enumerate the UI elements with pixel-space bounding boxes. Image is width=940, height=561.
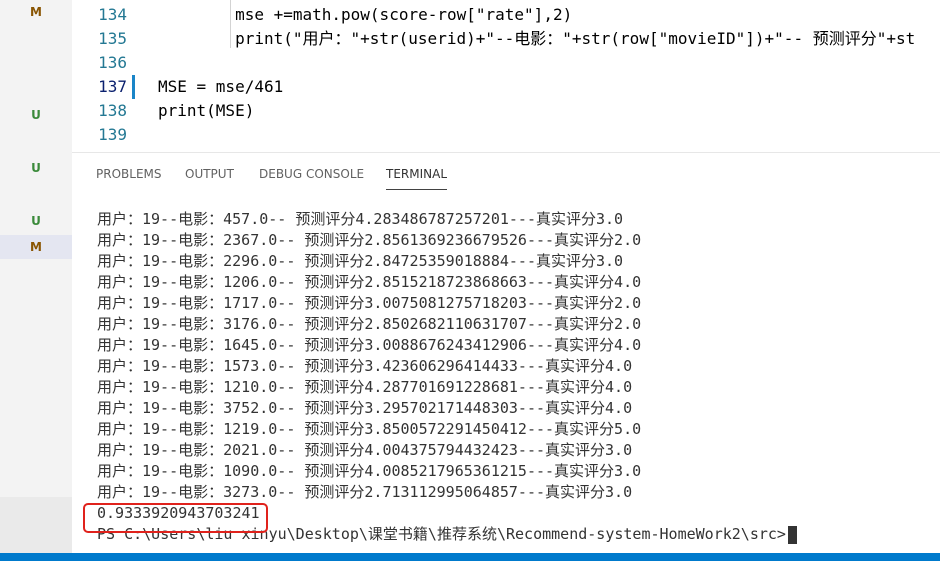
mse-highlight-box [83,503,268,533]
terminal-line: 用户：19--电影：1645.0-- 预测评分3.008867624341290… [97,336,642,354]
terminal-line: 用户：19--电影：1717.0-- 预测评分3.007508127571820… [97,294,642,312]
tab-problems[interactable]: PROBLEMS [96,167,162,189]
sidebar-footer [0,497,72,553]
tab-terminal[interactable]: TERMINAL [386,167,448,190]
code-text: print("用户："+str(userid)+"--电影："+str(row[… [158,29,916,48]
line-number: 136 [98,53,127,72]
code-line[interactable]: 135 print("用户："+str(userid)+"--电影："+str(… [72,27,940,51]
git-status-badge[interactable]: U [0,103,72,127]
line-number: 139 [98,125,127,144]
tab-debug-console[interactable]: DEBUG CONSOLE [259,167,364,189]
status-bar [0,553,940,561]
code-text: mse +=math.pow(score-row["rate"],2) [158,5,573,24]
terminal-line: 用户：19--电影：3273.0-- 预测评分2.713112995064857… [97,483,633,501]
line-number: 135 [98,29,127,48]
terminal-line: 用户：19--电影：1206.0-- 预测评分2.851521872386866… [97,273,642,291]
terminal-line: 用户：19--电影：1090.0-- 预测评分4.008521796536121… [97,462,642,480]
git-status-badge[interactable]: U [0,209,72,233]
terminal-line: 用户：19--电影：1210.0-- 预测评分4.287701691228681… [97,378,633,396]
tab-output[interactable]: OUTPUT [185,167,234,189]
code-line[interactable]: 138 print(MSE) [72,99,940,123]
code-line[interactable]: 134 mse +=math.pow(score-row["rate"],2) [72,3,940,27]
panel-tabs: PROBLEMS OUTPUT DEBUG CONSOLE TERMINAL [72,153,940,193]
explorer-sidebar: MUUUM [0,0,72,553]
code-text: MSE = mse/461 [158,77,284,96]
bottom-panel: PROBLEMS OUTPUT DEBUG CONSOLE TERMINAL 用户：1… [72,152,940,554]
terminal-line: 用户：19--电影：457.0-- 预测评分4.283486787257201-… [97,210,624,228]
terminal-line: 用户：19--电影：1219.0-- 预测评分3.850057229145041… [97,420,642,438]
code-text: print(MSE) [158,101,255,120]
git-status-badge[interactable]: M [0,0,72,24]
line-number: 134 [98,5,127,24]
terminal-line: 用户：19--电影：2296.0-- 预测评分2.84725359018884-… [97,252,624,270]
terminal-line: 用户：19--电影：2367.0-- 预测评分2.856136923667952… [97,231,642,249]
terminal-line: 用户：19--电影：3752.0-- 预测评分3.295702171448303… [97,399,633,417]
code-line[interactable]: 136 [72,51,940,75]
terminal-line: 用户：19--电影：3176.0-- 预测评分2.850268211063170… [97,315,642,333]
line-number: 138 [98,101,127,120]
code-editor[interactable]: 134 mse +=math.pow(score-row["rate"],2) 1… [72,0,940,152]
terminal-line: 用户：19--电影：1573.0-- 预测评分3.423606296414433… [97,357,633,375]
code-line[interactable]: 137 MSE = mse/461 [72,75,940,99]
terminal-cursor [787,525,797,544]
line-number: 137 [98,77,127,96]
terminal-line: 用户：19--电影：2021.0-- 预测评分4.004375794432423… [97,441,633,459]
code-line[interactable]: 139 [72,123,940,147]
git-status-badge[interactable]: U [0,156,72,180]
git-status-badge[interactable]: M [0,235,72,259]
